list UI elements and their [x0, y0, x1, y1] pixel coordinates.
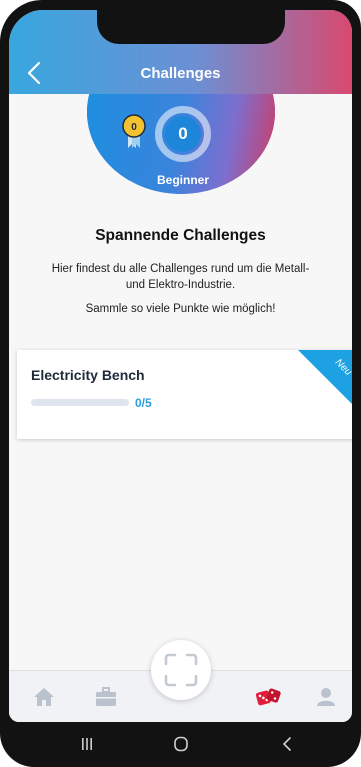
- home-system-button[interactable]: [166, 734, 196, 754]
- medal-number: 0: [131, 122, 137, 133]
- intro-cta: Sammle so viele Punkte wie möglich!: [85, 303, 276, 315]
- system-navigation-bar: [0, 722, 361, 767]
- profile-icon: [317, 688, 335, 706]
- points-value: 0: [165, 116, 201, 152]
- intro-description: Hier findest du alle Challenges rund um …: [51, 263, 310, 291]
- nav-profile[interactable]: [313, 685, 339, 709]
- briefcase-icon: [96, 687, 116, 706]
- challenge-progress-bar: [31, 399, 129, 406]
- dice-icon: [255, 688, 281, 706]
- camera-notch: [97, 10, 285, 44]
- home-circle-icon: [174, 736, 188, 752]
- challenge-title: Electricity Bench: [31, 367, 145, 383]
- page-title: Challenges: [140, 65, 221, 82]
- points-ring: 0: [155, 106, 211, 162]
- home-icon: [34, 688, 54, 706]
- challenge-progress-text: 0/5: [135, 396, 152, 410]
- nav-home[interactable]: [31, 685, 57, 709]
- level-name: Beginner: [156, 173, 209, 187]
- new-ribbon: [298, 350, 352, 408]
- nav-games[interactable]: [255, 685, 281, 709]
- recent-apps-icon: [82, 738, 92, 750]
- recent-apps-button[interactable]: [72, 734, 102, 754]
- system-back-button[interactable]: [272, 734, 302, 754]
- intro-heading: Spannende Challenges: [95, 227, 266, 244]
- challenge-card[interactable]: Electricity Bench 0/5 Neu: [17, 350, 352, 439]
- nav-jobs[interactable]: [93, 685, 119, 709]
- scan-icon: [164, 653, 198, 687]
- back-arrow-icon: [282, 737, 291, 751]
- app-screen: Challenges 0 0 Beginner Spannende Challe…: [9, 10, 352, 722]
- scan-button[interactable]: [151, 640, 211, 700]
- phone-frame: Challenges 0 0 Beginner Spannende Challe…: [0, 0, 361, 767]
- medal-icon: 0: [121, 114, 147, 150]
